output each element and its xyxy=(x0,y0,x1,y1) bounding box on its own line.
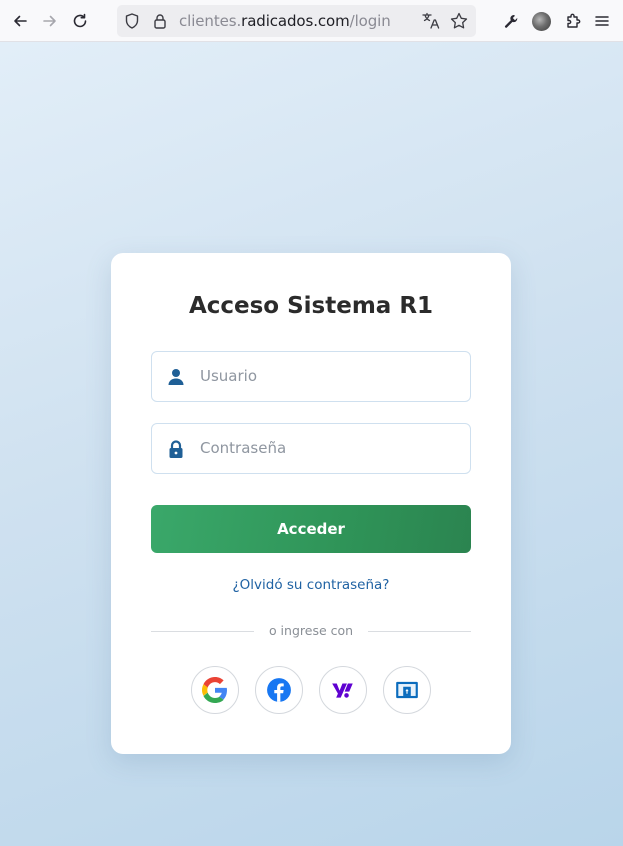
extensions-button[interactable] xyxy=(561,9,585,33)
divider-line-right xyxy=(368,631,471,632)
login-card: Acceso Sistema R1 Acceder ¿Olvidó su con… xyxy=(111,253,511,754)
reload-button[interactable] xyxy=(68,9,92,33)
yahoo-icon xyxy=(332,683,353,698)
wrench-icon xyxy=(504,15,518,28)
url-text[interactable]: clientes.radicados.com/login xyxy=(179,12,391,30)
translate-icon[interactable] xyxy=(421,11,441,31)
menu-button[interactable] xyxy=(590,9,614,33)
password-field[interactable] xyxy=(151,423,471,474)
reload-icon xyxy=(73,13,87,28)
microsoft-login-button[interactable] xyxy=(383,666,431,714)
microsoft-icon xyxy=(396,681,418,699)
bookmark-star-icon[interactable] xyxy=(449,11,469,31)
url-domain: radicados.com xyxy=(241,12,350,30)
url-subdomain: clientes. xyxy=(179,12,242,30)
url-path: /login xyxy=(349,12,391,30)
account-avatar[interactable] xyxy=(532,12,551,31)
padlock-icon xyxy=(169,440,183,458)
yahoo-login-button[interactable] xyxy=(319,666,367,714)
social-divider: o ingrese con xyxy=(151,623,471,641)
devtools-button[interactable] xyxy=(499,9,523,33)
lock-icon[interactable] xyxy=(151,12,169,30)
page-background: Acceso Sistema R1 Acceder ¿Olvidó su con… xyxy=(0,42,623,846)
google-login-button[interactable] xyxy=(191,666,239,714)
puzzle-icon xyxy=(567,13,581,28)
back-arrow-icon xyxy=(14,15,27,27)
forward-arrow-icon xyxy=(43,15,56,27)
forward-button[interactable] xyxy=(38,9,62,33)
facebook-login-button[interactable] xyxy=(255,666,303,714)
username-input[interactable] xyxy=(200,352,460,400)
google-icon xyxy=(202,677,227,703)
facebook-icon xyxy=(267,678,291,702)
browser-toolbar: clientes.radicados.com/login xyxy=(0,0,623,42)
address-bar[interactable]: clientes.radicados.com/login xyxy=(117,5,476,37)
username-field[interactable] xyxy=(151,351,471,402)
shield-icon[interactable] xyxy=(123,12,141,30)
login-submit-button[interactable]: Acceder xyxy=(151,505,471,553)
password-input[interactable] xyxy=(200,424,460,472)
back-button[interactable] xyxy=(8,9,32,33)
hamburger-menu-icon xyxy=(595,16,609,26)
user-icon xyxy=(168,369,184,385)
login-title: Acceso Sistema R1 xyxy=(188,293,434,319)
forgot-password-link[interactable]: ¿Olvidó su contraseña? xyxy=(111,577,511,593)
